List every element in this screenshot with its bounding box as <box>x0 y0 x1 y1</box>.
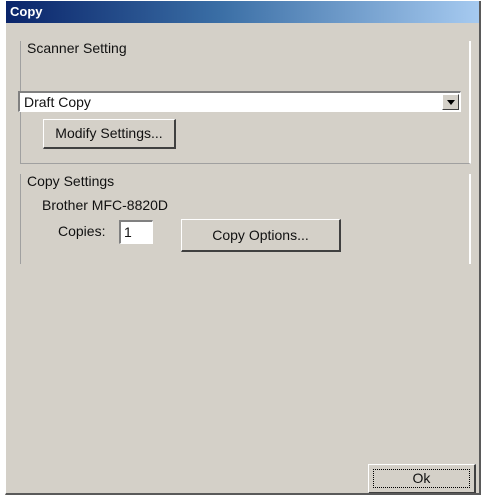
scanner-setting-label: Scanner Setting <box>21 40 129 56</box>
copy-options-button[interactable]: Copy Options... <box>181 219 341 252</box>
title-bar: Copy <box>6 1 479 23</box>
copies-input[interactable]: 1 <box>119 220 153 244</box>
copies-label: Copies: <box>58 223 106 239</box>
device-name: Brother MFC-8820D <box>42 197 169 213</box>
ok-button[interactable]: Ok <box>368 464 476 493</box>
window-title: Copy <box>10 4 43 19</box>
chevron-down-icon <box>447 100 455 105</box>
dropdown-arrow-button[interactable] <box>442 94 459 110</box>
focus-rectangle <box>373 469 470 488</box>
copy-dialog: Copy Scanner Setting Draft Copy Modify S… <box>5 1 481 495</box>
copy-settings-label: Copy Settings <box>21 173 117 189</box>
scanner-profile-dropdown[interactable]: Draft Copy <box>18 91 461 112</box>
scanner-profile-value: Draft Copy <box>24 94 91 110</box>
modify-settings-button[interactable]: Modify Settings... <box>43 119 176 149</box>
